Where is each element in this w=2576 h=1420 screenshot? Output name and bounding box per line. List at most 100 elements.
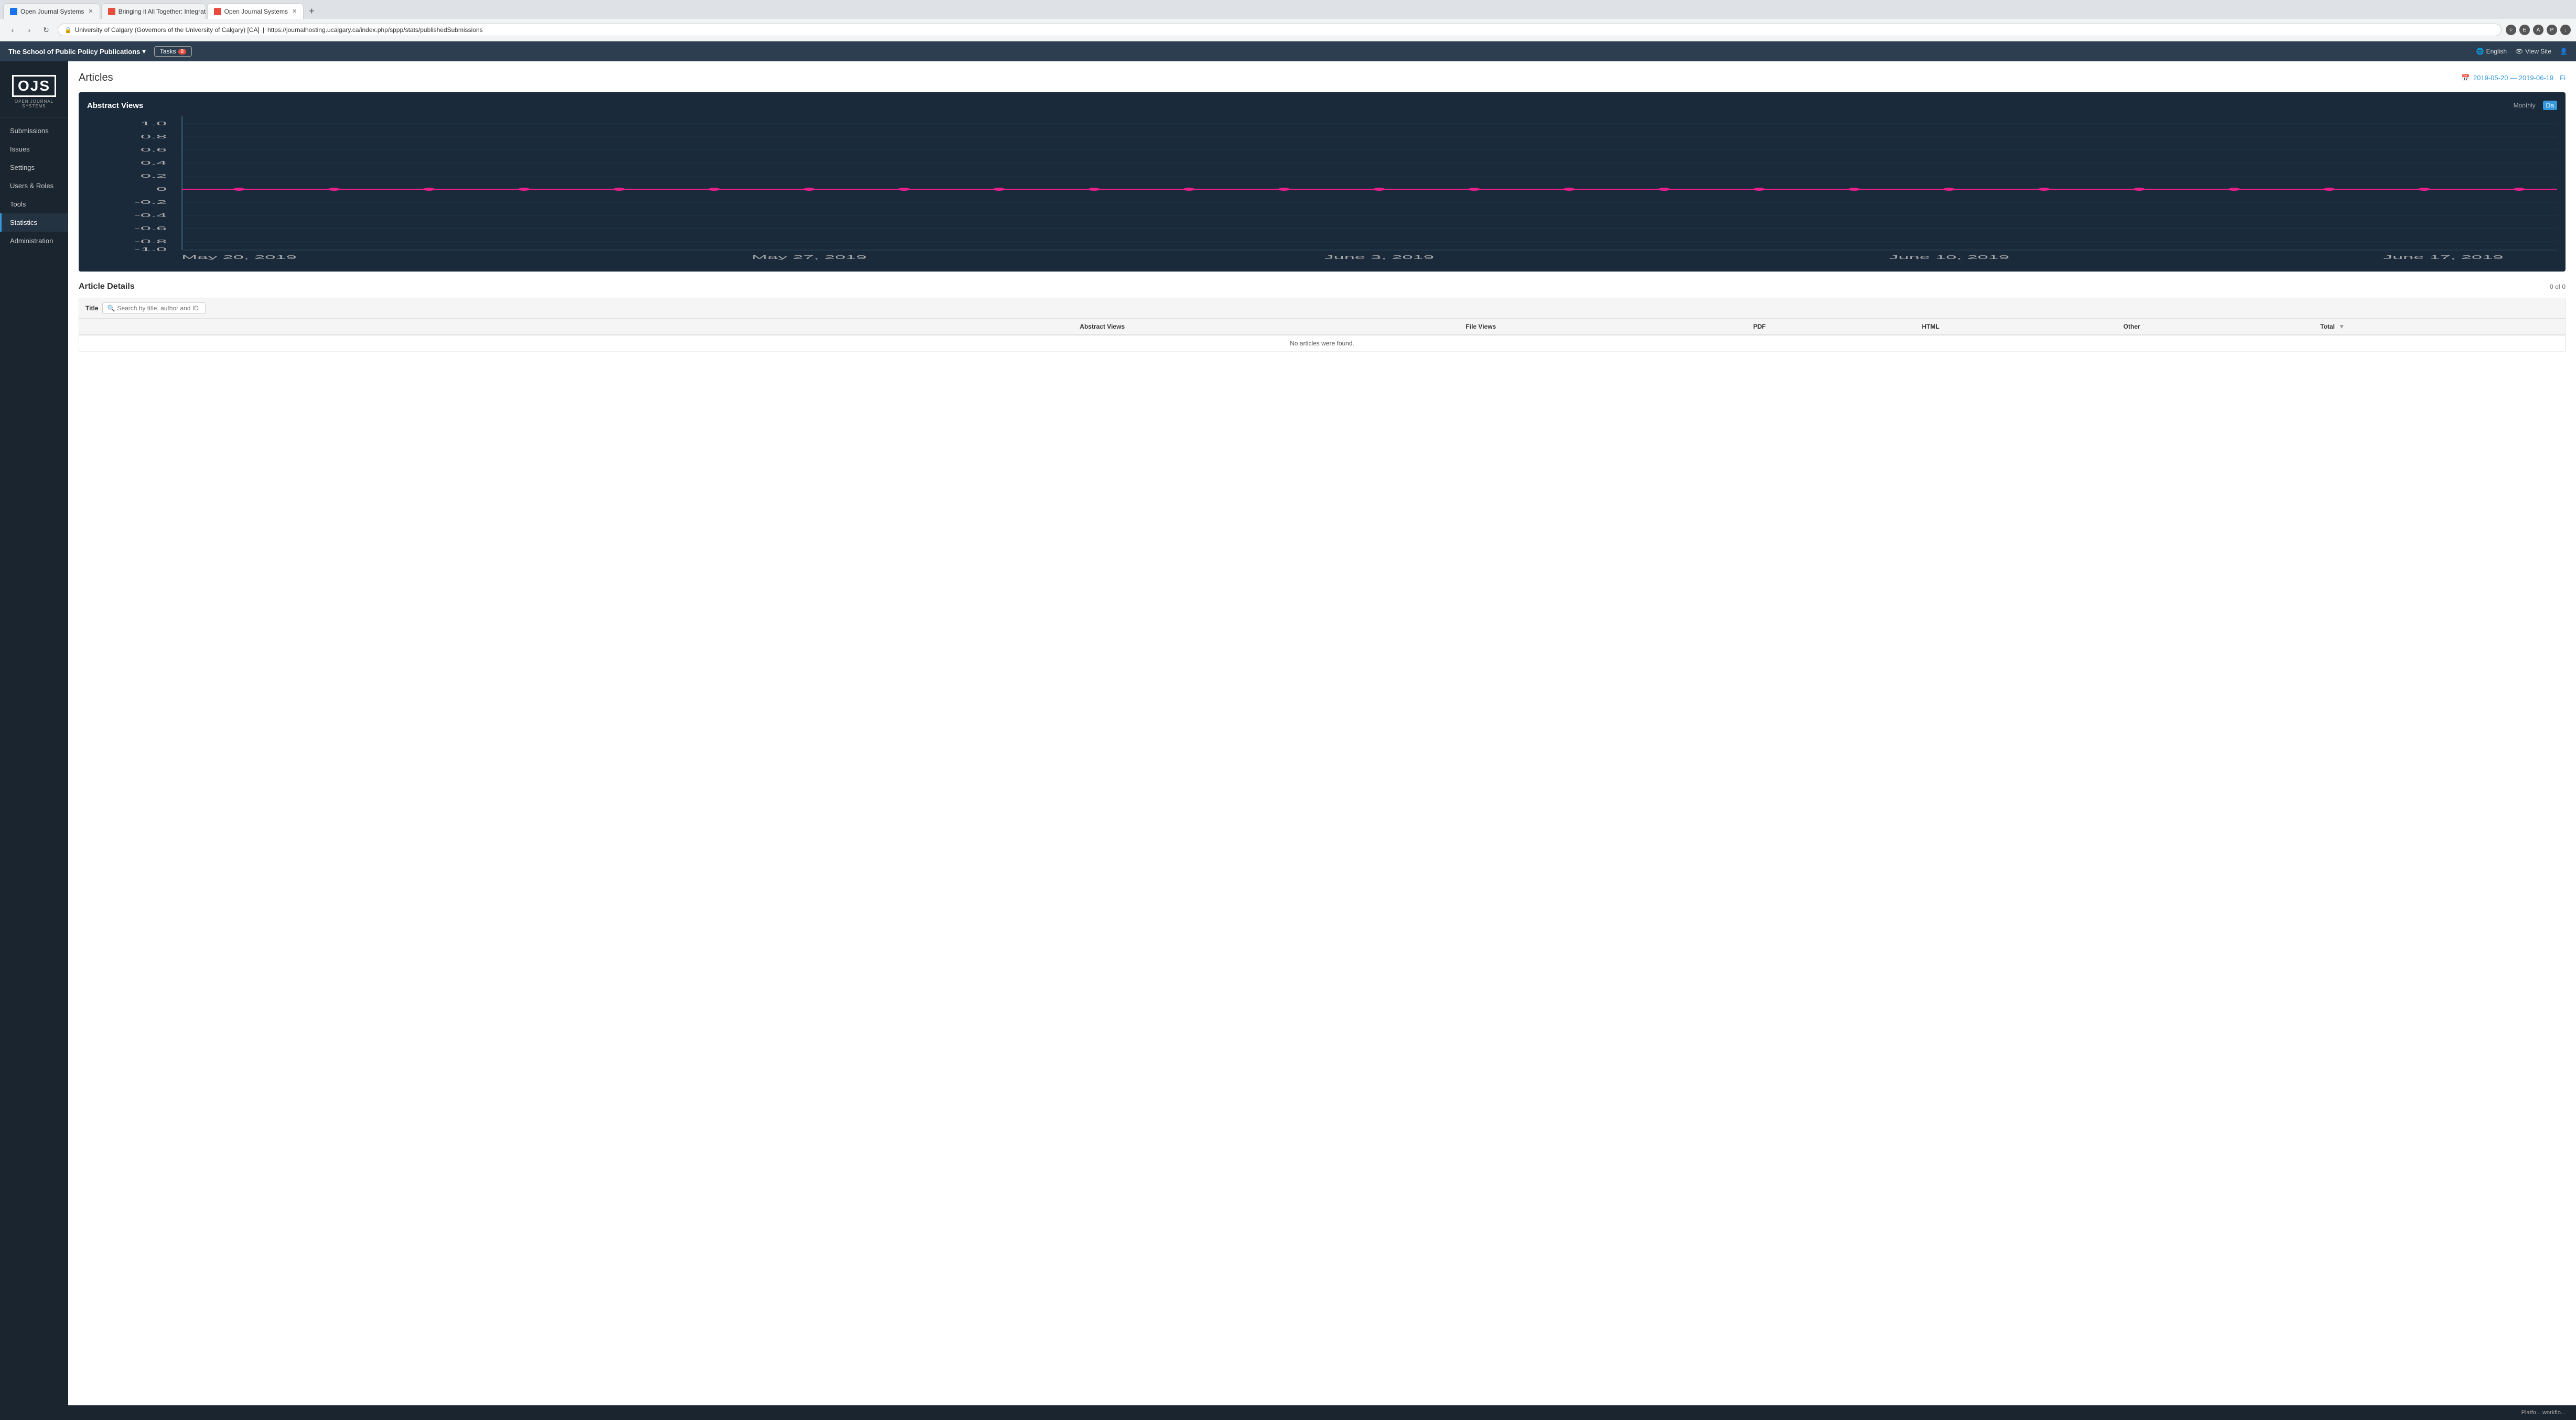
search-box[interactable]: 🔍 bbox=[102, 302, 206, 314]
title-column-label: Title bbox=[85, 305, 98, 312]
table-header: Abstract Views File Views PDF HTML Other bbox=[79, 319, 2566, 335]
th-pdf: PDF bbox=[1747, 319, 1916, 335]
svg-text:-0.6: -0.6 bbox=[134, 225, 167, 231]
ojs-logo: OJS OPEN JOURNAL SYSTEMS bbox=[0, 67, 68, 117]
chart-container: 1.0 0.8 0.6 0.4 0.2 0 -0.2 -0.4 -0.6 -0.… bbox=[87, 116, 2557, 263]
sidebar-item-administration[interactable]: Administration bbox=[0, 232, 68, 250]
svg-text:0.4: 0.4 bbox=[141, 160, 167, 166]
back-button[interactable]: ‹ bbox=[5, 23, 20, 37]
abstract-views-chart-section: Abstract Views Monthly Da bbox=[79, 92, 2566, 272]
browser-toolbar-icons: ☆ E A P ⋮ bbox=[2506, 25, 2571, 35]
tab-close-3[interactable]: ✕ bbox=[292, 8, 297, 15]
tab-favicon-3 bbox=[214, 8, 221, 15]
footer: Platfo... workflo... bbox=[0, 1405, 2576, 1420]
tab-label-2: Bringing it All Together: Integrati bbox=[118, 8, 206, 15]
extension-icon-3[interactable]: P bbox=[2547, 25, 2557, 35]
star-icon[interactable]: ☆ bbox=[2506, 25, 2516, 35]
filter-icon[interactable]: Fi bbox=[2560, 74, 2566, 82]
th-file-views: File Views bbox=[1459, 319, 1747, 335]
table-header-row: Abstract Views File Views PDF HTML Other bbox=[79, 319, 2566, 335]
svg-text:May 27, 2019: May 27, 2019 bbox=[751, 254, 867, 260]
chart-title: Abstract Views bbox=[87, 101, 143, 110]
url-separator: | bbox=[263, 26, 264, 34]
journal-name[interactable]: The School of Public Policy Publications… bbox=[8, 47, 146, 56]
content-area: Articles 📅 2019-05-20 — 2019-06-19 Fi Ab… bbox=[68, 61, 2576, 1405]
svg-text:1.0: 1.0 bbox=[141, 121, 167, 126]
svg-text:-0.2: -0.2 bbox=[134, 199, 167, 205]
page-title-row: Articles 📅 2019-05-20 — 2019-06-19 Fi bbox=[79, 72, 2566, 84]
svg-text:-0.8: -0.8 bbox=[134, 239, 167, 244]
th-html: HTML bbox=[1915, 319, 2117, 335]
chevron-down-icon: ▾ bbox=[142, 47, 146, 56]
tab-label-1: Open Journal Systems bbox=[20, 8, 84, 15]
article-details-title: Article Details bbox=[79, 282, 135, 291]
articles-table: Abstract Views File Views PDF HTML Other bbox=[79, 318, 2566, 352]
extension-icon-1[interactable]: E bbox=[2519, 25, 2530, 35]
svg-text:May 20, 2019: May 20, 2019 bbox=[181, 254, 297, 260]
sidebar-item-submissions[interactable]: Submissions bbox=[0, 122, 68, 140]
browser-tab-3[interactable]: Open Journal Systems ✕ bbox=[207, 3, 304, 19]
th-total[interactable]: Total ▼ bbox=[2314, 319, 2565, 335]
search-icon: 🔍 bbox=[107, 305, 115, 312]
svg-text:-0.4: -0.4 bbox=[134, 212, 167, 218]
url-bar[interactable]: 🔒 University of Calgary (Governors of th… bbox=[58, 24, 2502, 36]
section-header: Article Details 0 of 0 bbox=[79, 282, 2566, 291]
extension-icon-2[interactable]: A bbox=[2533, 25, 2543, 35]
th-title bbox=[79, 319, 1074, 335]
table-toolbar: Title 🔍 bbox=[79, 298, 2566, 318]
date-range-label: 2019-05-20 — 2019-06-19 bbox=[2473, 74, 2553, 82]
main-layout: OJS OPEN JOURNAL SYSTEMS Submissions Iss… bbox=[0, 61, 2576, 1405]
app-header-right: 🌐 English 👁 View Site 👤 bbox=[2476, 48, 2568, 55]
language-switcher[interactable]: 🌐 English bbox=[2476, 48, 2507, 55]
new-tab-button[interactable]: + bbox=[305, 6, 319, 17]
empty-message: No articles were found. bbox=[79, 335, 2566, 352]
tasks-button[interactable]: Tasks 8 bbox=[154, 46, 192, 57]
sidebar-item-statistics[interactable]: Statistics bbox=[0, 213, 68, 232]
chart-toggle: Monthly Da bbox=[2510, 101, 2557, 110]
svg-text:0: 0 bbox=[156, 186, 167, 192]
search-input[interactable] bbox=[117, 305, 201, 312]
svg-text:0.8: 0.8 bbox=[141, 134, 167, 139]
sidebar-item-tools[interactable]: Tools bbox=[0, 195, 68, 213]
tab-close-1[interactable]: ✕ bbox=[88, 8, 93, 15]
browser-tab-2[interactable]: Bringing it All Together: Integrati ✕ bbox=[101, 3, 206, 19]
language-icon: 🌐 bbox=[2476, 48, 2484, 55]
article-details-section: Article Details 0 of 0 Title 🔍 Abstract bbox=[79, 282, 2566, 352]
user-icon: 👤 bbox=[2560, 48, 2568, 55]
refresh-button[interactable]: ↻ bbox=[39, 23, 53, 37]
sort-icon: ▼ bbox=[2338, 323, 2345, 330]
filter-label: Fi bbox=[2560, 74, 2566, 82]
browser-chrome: Open Journal Systems ✕ Bringing it All T… bbox=[0, 0, 2576, 41]
tasks-badge: 8 bbox=[178, 49, 187, 55]
table-row-empty: No articles were found. bbox=[79, 335, 2566, 352]
sidebar-item-settings[interactable]: Settings bbox=[0, 158, 68, 177]
address-bar: ‹ › ↻ 🔒 University of Calgary (Governors… bbox=[0, 19, 2576, 41]
svg-text:-1.0: -1.0 bbox=[134, 246, 167, 252]
table-body: No articles were found. bbox=[79, 335, 2566, 352]
tab-bar: Open Journal Systems ✕ Bringing it All T… bbox=[0, 0, 2576, 19]
tab-favicon-1 bbox=[10, 8, 17, 15]
footer-text: Platfo... workflo... bbox=[2521, 1410, 2566, 1416]
nav-buttons: ‹ › ↻ bbox=[5, 23, 53, 37]
sidebar-item-issues[interactable]: Issues bbox=[0, 140, 68, 158]
tab-label-3: Open Journal Systems bbox=[224, 8, 288, 15]
th-other: Other bbox=[2117, 319, 2314, 335]
forward-button[interactable]: › bbox=[22, 23, 37, 37]
svg-text:June 10, 2019: June 10, 2019 bbox=[1889, 254, 2010, 260]
user-avatar[interactable]: 👤 bbox=[2560, 48, 2568, 55]
article-count: 0 of 0 bbox=[2550, 283, 2566, 290]
svg-text:June 17, 2019: June 17, 2019 bbox=[2383, 254, 2504, 260]
browser-tab-1[interactable]: Open Journal Systems ✕ bbox=[3, 3, 100, 19]
url-domain: University of Calgary (Governors of the … bbox=[75, 26, 260, 34]
svg-text:June 3, 2019: June 3, 2019 bbox=[1324, 254, 1434, 260]
toggle-daily[interactable]: Da bbox=[2543, 101, 2557, 110]
sidebar-item-users-roles[interactable]: Users & Roles bbox=[0, 177, 68, 195]
toggle-monthly[interactable]: Monthly bbox=[2510, 101, 2539, 110]
page-title: Articles bbox=[79, 72, 113, 84]
url-path: https://journalhosting.ucalgary.ca/index… bbox=[267, 26, 483, 34]
view-site-link[interactable]: 👁 View Site bbox=[2515, 48, 2551, 55]
app-header: The School of Public Policy Publications… bbox=[0, 41, 2576, 61]
date-range-filter[interactable]: 📅 2019-05-20 — 2019-06-19 bbox=[2462, 74, 2553, 82]
menu-icon[interactable]: ⋮ bbox=[2560, 25, 2571, 35]
chart-header: Abstract Views Monthly Da bbox=[87, 101, 2557, 110]
